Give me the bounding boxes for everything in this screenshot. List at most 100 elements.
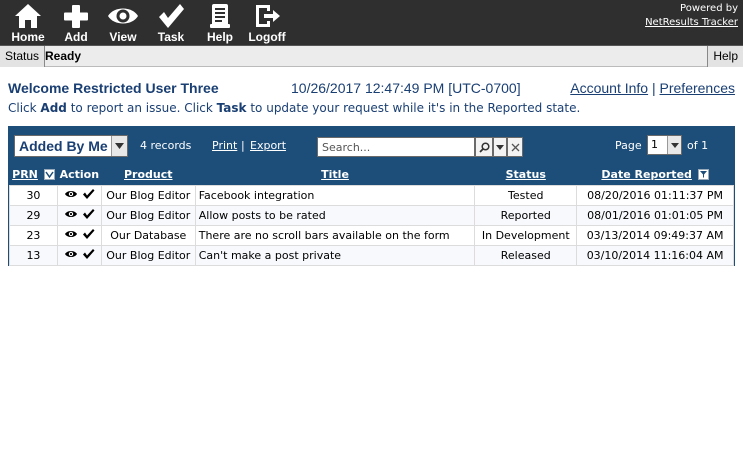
home-label: Home [11,30,45,44]
table-row: 13 Our Blog Editor Can't make a post pri… [9,244,734,266]
table-row: 30 Our Blog Editor Facebook integration … [9,184,734,206]
link-separator: | [241,139,245,152]
date-cell: 03/10/2014 11:16:04 AM [576,244,734,266]
search-options-button[interactable] [493,137,507,157]
view-eye-icon[interactable] [64,229,78,242]
plus-icon [64,5,88,28]
column-header-prn: PRN [9,165,58,185]
print-link[interactable]: Print [212,139,237,152]
date-sort-link[interactable]: Date Reported [601,168,691,181]
logoff-button[interactable]: Logoff [248,2,286,44]
column-header-title: Title [195,165,475,185]
brand-link[interactable]: NetResults Tracker [645,16,738,30]
chevron-down-icon [667,136,681,154]
powered-by-text: Powered by [680,3,738,14]
status-label: Status [0,46,46,67]
table-row: 29 Our Blog Editor Allow posts to be rat… [9,204,734,226]
status-cell: Released [474,244,578,266]
status-text: Ready [45,49,82,63]
clear-search-button[interactable] [507,137,523,157]
sort-descending-icon[interactable] [43,168,55,180]
help-toolbar-label: Help [206,30,233,44]
powered-by: Powered by NetResults Tracker [645,2,738,30]
account-links: Account Info | Preferences [570,80,735,96]
report-toolbar: Added By Me 4 records Print | Export Pag… [9,127,734,165]
export-link[interactable]: Export [250,139,286,152]
product-cell: Our Blog Editor [100,204,196,226]
close-icon [511,143,519,151]
report-view-select[interactable]: Added By Me [14,135,128,157]
help-button[interactable]: Help [707,46,743,67]
document-icon [210,4,230,28]
date-cell: 03/13/2014 09:49:37 AM [576,224,734,246]
account-info-link[interactable]: Account Info [570,80,648,96]
column-header-action: Action [57,165,102,185]
top-toolbar: Home Add View Task Help Logoff Powered b… [0,0,743,45]
view-eye-icon[interactable] [64,189,78,202]
chevron-down-icon [111,136,127,156]
action-cell [56,184,102,206]
product-cell: Our Blog Editor [100,244,196,266]
title-cell: Facebook integration [194,184,476,206]
task-button[interactable]: Task [155,2,187,44]
page-select-value: 1 [651,138,658,151]
title-cell: Allow posts to be rated [194,204,476,226]
date-cell: 08/20/2016 01:11:37 PM [576,184,734,206]
product-cell: Our Blog Editor [100,184,196,206]
title-cell: There are no scroll bars available on th… [194,224,476,246]
action-cell [56,224,102,246]
view-eye-icon[interactable] [64,209,78,222]
view-button[interactable]: View [106,2,140,44]
report-view-value: Added By Me [19,138,108,154]
status-bar: Status Ready Help [0,45,743,67]
instructions-add: Add [40,101,67,115]
home-button[interactable]: Home [8,2,48,44]
logoff-icon [256,5,280,27]
report-panel: Added By Me 4 records Print | Export Pag… [8,126,735,266]
current-datetime: 10/26/2017 12:47:49 PM [UTC-0700] [291,80,521,96]
table-header-row: PRN Action Product Title Status Date Rep… [9,165,734,185]
task-check-icon[interactable] [82,208,95,223]
title-sort-link[interactable]: Title [321,168,349,181]
record-count: 4 records [140,139,192,152]
view-eye-icon[interactable] [64,249,78,262]
home-icon [15,4,41,28]
preferences-link[interactable]: Preferences [660,80,735,96]
instructions-task: Task [216,101,247,115]
status-cell: Tested [474,184,578,206]
prn-cell: 30 [9,184,58,206]
welcome-title: Welcome Restricted User Three [8,80,219,96]
product-sort-link[interactable]: Product [124,168,173,181]
logoff-label: Logoff [248,30,286,44]
column-header-date: Date Reported [576,165,734,185]
filter-icon[interactable] [697,168,709,180]
date-cell: 08/01/2016 01:01:05 PM [576,204,734,226]
column-header-product: Product [101,165,196,185]
status-sort-link[interactable]: Status [506,168,546,181]
table-row: 23 Our Database There are no scroll bars… [9,224,734,246]
report-table: PRN Action Product Title Status Date Rep… [9,165,734,266]
page-select[interactable]: 1 [647,135,682,155]
help-toolbar-button[interactable]: Help [204,2,236,44]
instructions-part1: Click [8,101,41,115]
status-cell: Reported [474,204,578,226]
prn-cell: 29 [9,204,58,226]
prn-cell: 23 [9,224,58,246]
task-check-icon[interactable] [82,228,95,243]
title-cell: Can't make a post private [194,244,476,266]
instructions-part3: to update your request while it's in the… [246,101,581,115]
search-button[interactable] [475,137,493,157]
task-check-icon[interactable] [82,248,95,263]
product-cell: Our Database [100,224,196,246]
action-cell [56,204,102,226]
add-button[interactable]: Add [60,2,92,44]
action-cell [56,244,102,266]
search-input[interactable] [317,137,475,157]
column-header-status: Status [474,165,577,185]
status-cell: In Development [474,224,578,246]
add-label: Add [64,30,88,44]
prn-sort-link[interactable]: PRN [12,168,38,181]
eye-icon [108,8,138,24]
checkmark-icon [159,4,184,28]
task-check-icon[interactable] [82,188,95,203]
